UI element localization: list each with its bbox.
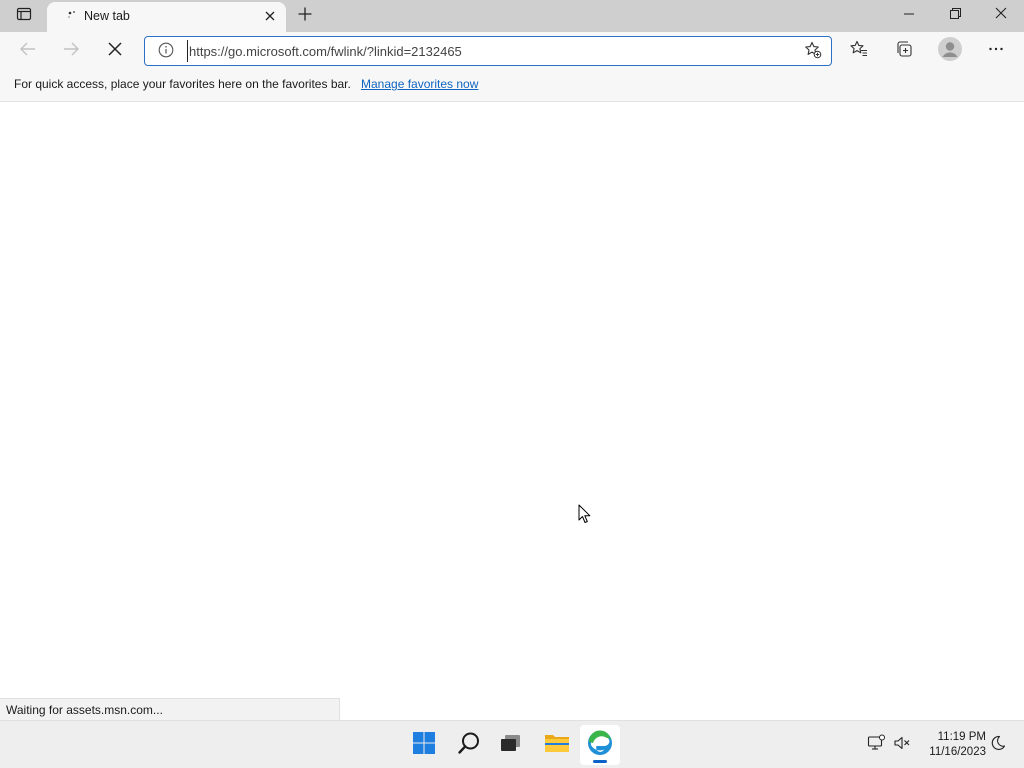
clock-time: 11:19 PM: [937, 731, 986, 743]
search-icon: [457, 731, 481, 760]
browser-toolbar: [0, 32, 1024, 70]
profile-button[interactable]: [934, 35, 966, 67]
taskbar-search-button[interactable]: [449, 725, 489, 765]
volume-muted-icon: [893, 734, 911, 757]
manage-favorites-link[interactable]: Manage favorites now: [361, 77, 478, 91]
close-icon: [265, 8, 275, 26]
network-status-button[interactable]: [866, 734, 886, 757]
restore-icon: [949, 6, 961, 24]
file-explorer-icon: [544, 731, 570, 760]
favorites-button[interactable]: [843, 35, 875, 67]
loading-spinner-icon: [66, 9, 80, 23]
edge-taskbar-button[interactable]: [580, 725, 620, 765]
network-icon: [867, 734, 885, 757]
windows-start-icon: [412, 731, 436, 760]
tab-title: New tab: [84, 9, 130, 23]
arrow-left-icon: [19, 40, 37, 63]
favorites-star-icon: [850, 40, 868, 63]
tab-actions-button[interactable]: [8, 4, 40, 28]
collections-icon: [895, 40, 913, 63]
arrow-right-icon: [62, 40, 80, 63]
close-window-button[interactable]: [978, 0, 1024, 30]
favorites-bar-message: For quick access, place your favorites h…: [14, 77, 351, 91]
site-info-button[interactable]: [157, 42, 175, 63]
active-tab[interactable]: New tab: [47, 2, 286, 32]
avatar: [938, 36, 962, 66]
minimize-button[interactable]: [886, 0, 932, 30]
taskbar: 11:19 PM 11/16/2023: [0, 720, 1024, 768]
address-bar[interactable]: [144, 36, 832, 66]
mouse-cursor-icon: [578, 504, 592, 524]
title-bar: New tab: [0, 0, 1024, 32]
start-button[interactable]: [404, 725, 444, 765]
info-icon: [158, 42, 174, 63]
task-view-icon: [499, 731, 523, 760]
plus-icon: [298, 7, 312, 26]
star-add-icon: [804, 41, 822, 64]
volume-button[interactable]: [892, 735, 912, 755]
status-bar: Waiting for assets.msn.com...: [0, 698, 340, 720]
url-input[interactable]: [187, 40, 787, 62]
settings-more-button[interactable]: [980, 35, 1012, 67]
favorites-bar: For quick access, place your favorites h…: [0, 70, 1024, 102]
clock-date: 11/16/2023: [929, 746, 986, 758]
add-favorite-button[interactable]: [803, 41, 823, 64]
page-content[interactable]: [0, 103, 1024, 720]
stop-icon: [108, 41, 122, 61]
taskbar-clock[interactable]: 11:19 PM 11/16/2023: [918, 730, 986, 760]
task-view-button[interactable]: [491, 725, 531, 765]
restore-button[interactable]: [932, 0, 978, 30]
active-app-indicator: [593, 760, 607, 763]
back-button[interactable]: [12, 35, 44, 67]
moon-icon: [990, 735, 1006, 756]
more-horizontal-icon: [988, 41, 1004, 62]
tab-actions-icon: [16, 6, 32, 27]
forward-button[interactable]: [55, 35, 87, 67]
file-explorer-button[interactable]: [537, 725, 577, 765]
close-icon: [995, 6, 1007, 24]
minimize-icon: [904, 6, 914, 24]
new-tab-button[interactable]: [292, 4, 318, 28]
edge-icon: [587, 729, 613, 761]
stop-loading-button[interactable]: [99, 35, 131, 67]
notifications-button[interactable]: [988, 735, 1008, 755]
tab-close-button[interactable]: [261, 8, 279, 26]
collections-button[interactable]: [888, 35, 920, 67]
